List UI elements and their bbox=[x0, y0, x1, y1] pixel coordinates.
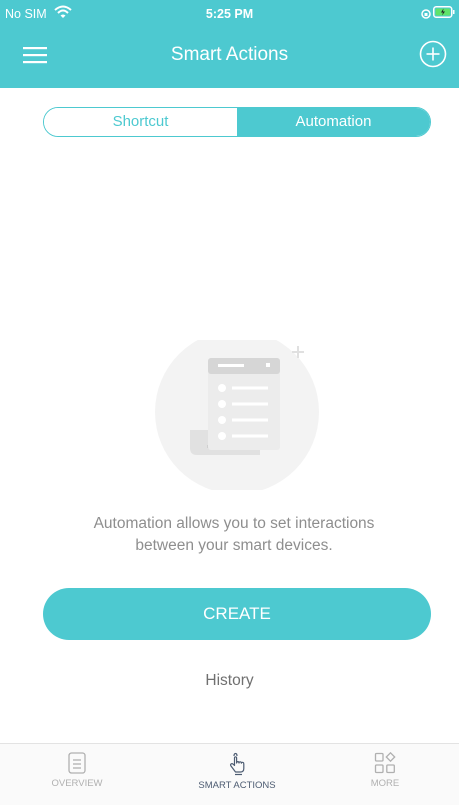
tab-automation[interactable]: Automation bbox=[237, 108, 430, 136]
tab-smart-actions[interactable]: SMART ACTIONS bbox=[182, 752, 292, 791]
status-time: 5:25 PM bbox=[205, 7, 254, 21]
more-grid-icon bbox=[374, 752, 396, 774]
history-link[interactable]: History bbox=[0, 672, 459, 690]
tab-overview-label: OVERVIEW bbox=[51, 778, 103, 789]
overview-icon bbox=[68, 752, 86, 774]
status-bar: No SIM 5:25 PM bbox=[0, 0, 459, 26]
bottom-tab-bar: OVERVIEW SMART ACTIONS MORE bbox=[0, 743, 459, 805]
tab-more[interactable]: MORE bbox=[330, 752, 440, 789]
empty-state-description: Automation allows you to set interaction… bbox=[40, 513, 428, 557]
battery-icon bbox=[433, 6, 455, 18]
page-title: Smart Actions bbox=[170, 44, 289, 65]
tab-smart-actions-label: SMART ACTIONS bbox=[198, 780, 276, 791]
add-icon[interactable] bbox=[419, 40, 447, 68]
segmented-control: Shortcut Automation bbox=[43, 107, 431, 137]
tab-shortcut[interactable]: Shortcut bbox=[44, 108, 237, 136]
hand-tap-icon bbox=[229, 752, 245, 776]
description-line-1: Automation allows you to set interaction… bbox=[93, 515, 375, 532]
orientation-lock-icon bbox=[421, 9, 431, 19]
app-header: No SIM 5:25 PM Smart Actions bbox=[0, 0, 459, 88]
automation-list-illustration-icon bbox=[155, 340, 319, 490]
tab-overview[interactable]: OVERVIEW bbox=[22, 752, 132, 789]
description-line-2: between your smart devices. bbox=[135, 537, 333, 554]
tab-more-label: MORE bbox=[370, 778, 400, 789]
create-button[interactable]: CREATE bbox=[43, 588, 431, 640]
